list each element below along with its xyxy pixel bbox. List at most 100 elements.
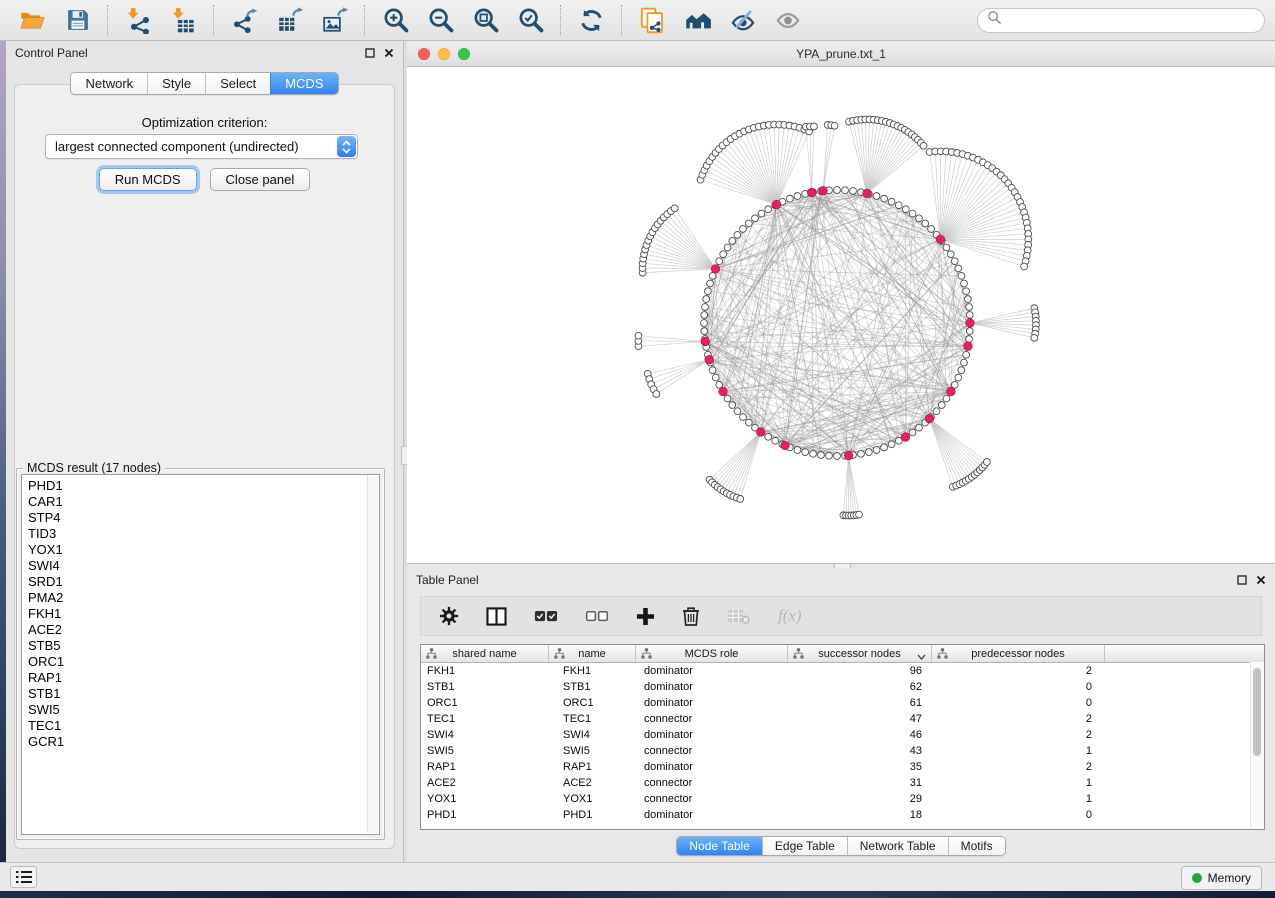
network-node[interactable] — [653, 391, 660, 398]
column-header-successor-nodes[interactable]: successor nodes — [788, 645, 932, 662]
search-input[interactable] — [1007, 12, 1255, 28]
network-node[interactable] — [703, 296, 710, 303]
network-node[interactable] — [964, 296, 971, 303]
network-node[interactable] — [856, 511, 863, 518]
network-node[interactable] — [958, 272, 965, 279]
network-node[interactable] — [983, 459, 990, 466]
network-node[interactable] — [909, 210, 916, 217]
delete-table-icon[interactable] — [727, 608, 751, 625]
mcds-result-item[interactable]: ORC1 — [28, 654, 379, 670]
export-table-icon[interactable] — [267, 2, 312, 38]
houses-icon[interactable] — [675, 2, 720, 38]
mcds-result-item[interactable]: PHD1 — [28, 478, 379, 494]
mcds-result-item[interactable]: STB1 — [28, 686, 379, 702]
network-node-mcds[interactable] — [863, 189, 872, 198]
network-node[interactable] — [873, 447, 880, 454]
network-node[interactable] — [922, 220, 929, 227]
fx-icon[interactable]: f(x) — [778, 606, 802, 626]
column-header-predecessor-nodes[interactable]: predecessor nodes — [932, 645, 1105, 662]
network-node-mcds[interactable] — [807, 188, 816, 197]
network-node[interactable] — [794, 447, 801, 454]
network-node[interactable] — [955, 374, 962, 381]
network-node-mcds[interactable] — [705, 355, 714, 364]
hide-eye-icon[interactable] — [720, 2, 765, 38]
select-all-icon[interactable] — [534, 609, 558, 624]
network-node-mcds[interactable] — [701, 337, 710, 346]
clone-network-icon[interactable] — [630, 2, 675, 38]
zoom-traffic-light[interactable] — [458, 48, 470, 60]
network-node[interactable] — [724, 244, 731, 251]
close-panel-icon[interactable] — [384, 48, 394, 58]
zoom-out-icon[interactable] — [418, 2, 463, 38]
table-row[interactable]: SWI5SWI5connector431 — [421, 743, 1264, 759]
network-node[interactable] — [712, 374, 719, 381]
network-node[interactable] — [881, 444, 888, 451]
network-node-mcds[interactable] — [925, 414, 934, 423]
network-window-titlebar[interactable]: YPA_prune.txt_1 — [407, 41, 1275, 67]
network-node[interactable] — [865, 449, 872, 456]
mcds-result-item[interactable]: ACE2 — [28, 622, 379, 638]
memory-button[interactable]: Memory — [1181, 866, 1262, 890]
float-panel-icon[interactable] — [1237, 575, 1247, 585]
save-icon[interactable] — [55, 2, 100, 38]
export-image-icon[interactable] — [312, 2, 357, 38]
network-node[interactable] — [955, 265, 962, 272]
network-node[interactable] — [709, 367, 716, 374]
network-node[interactable] — [802, 449, 809, 456]
network-node[interactable] — [740, 414, 747, 421]
table-row[interactable]: ORC1ORC1dominator610 — [421, 695, 1264, 711]
eye-disabled-icon[interactable] — [765, 2, 810, 38]
network-node[interactable] — [1031, 334, 1038, 341]
network-node[interactable] — [765, 206, 772, 213]
network-node[interactable] — [701, 320, 708, 327]
network-node[interactable] — [834, 453, 841, 460]
search-box[interactable] — [977, 8, 1265, 33]
tab-motifs[interactable]: Motifs — [948, 837, 1005, 855]
run-mcds-button[interactable]: Run MCDS — [99, 168, 197, 191]
network-node[interactable] — [831, 122, 838, 129]
export-network-icon[interactable] — [222, 2, 267, 38]
network-node[interactable] — [716, 258, 723, 265]
network-node[interactable] — [810, 450, 817, 457]
network-node-mcds[interactable] — [844, 451, 853, 460]
network-node[interactable] — [958, 367, 965, 374]
delete-row-icon[interactable] — [682, 606, 700, 626]
mcds-result-item[interactable]: STB5 — [28, 638, 379, 654]
close-traffic-light[interactable] — [418, 48, 430, 60]
network-node[interactable] — [938, 402, 945, 409]
network-node[interactable] — [881, 195, 888, 202]
network-node[interactable] — [720, 251, 727, 258]
table-row[interactable]: FKH1FKH1dominator962 — [421, 663, 1264, 679]
tab-style[interactable]: Style — [147, 73, 205, 94]
network-node[interactable] — [951, 258, 958, 265]
table-row[interactable]: STB1STB1dominator620 — [421, 679, 1264, 695]
table-scrollbar-thumb[interactable] — [1253, 668, 1261, 756]
network-node-mcds[interactable] — [947, 387, 956, 396]
mcds-result-item[interactable]: YOX1 — [28, 542, 379, 558]
network-node-mcds[interactable] — [901, 433, 910, 442]
refresh-layout-icon[interactable] — [569, 2, 614, 38]
network-node-mcds[interactable] — [936, 235, 945, 244]
network-node[interactable] — [794, 193, 801, 200]
network-node[interactable] — [786, 195, 793, 202]
criterion-dropdown[interactable]: largest connected component (undirected) — [45, 134, 358, 159]
network-node[interactable] — [704, 288, 711, 295]
close-panel-button[interactable]: Close panel — [210, 168, 311, 191]
mcds-result-item[interactable]: SWI4 — [28, 558, 379, 574]
network-node[interactable] — [909, 429, 916, 436]
network-node[interactable] — [895, 202, 902, 209]
tab-mcds[interactable]: MCDS — [270, 73, 337, 94]
add-row-icon[interactable] — [636, 607, 655, 626]
network-node[interactable] — [826, 452, 833, 459]
network-node[interactable] — [966, 312, 973, 319]
table-row[interactable]: PHD1PHD1dominator180 — [421, 807, 1264, 823]
network-node[interactable] — [811, 123, 818, 130]
mcds-result-item[interactable]: GCR1 — [28, 734, 379, 750]
gear-icon[interactable] — [439, 606, 459, 626]
network-node[interactable] — [966, 328, 973, 335]
network-node[interactable] — [933, 408, 940, 415]
zoom-fit-icon[interactable] — [463, 2, 508, 38]
deselect-all-icon[interactable] — [585, 609, 609, 624]
network-node[interactable] — [961, 280, 968, 287]
mcds-result-item[interactable]: TID3 — [28, 526, 379, 542]
